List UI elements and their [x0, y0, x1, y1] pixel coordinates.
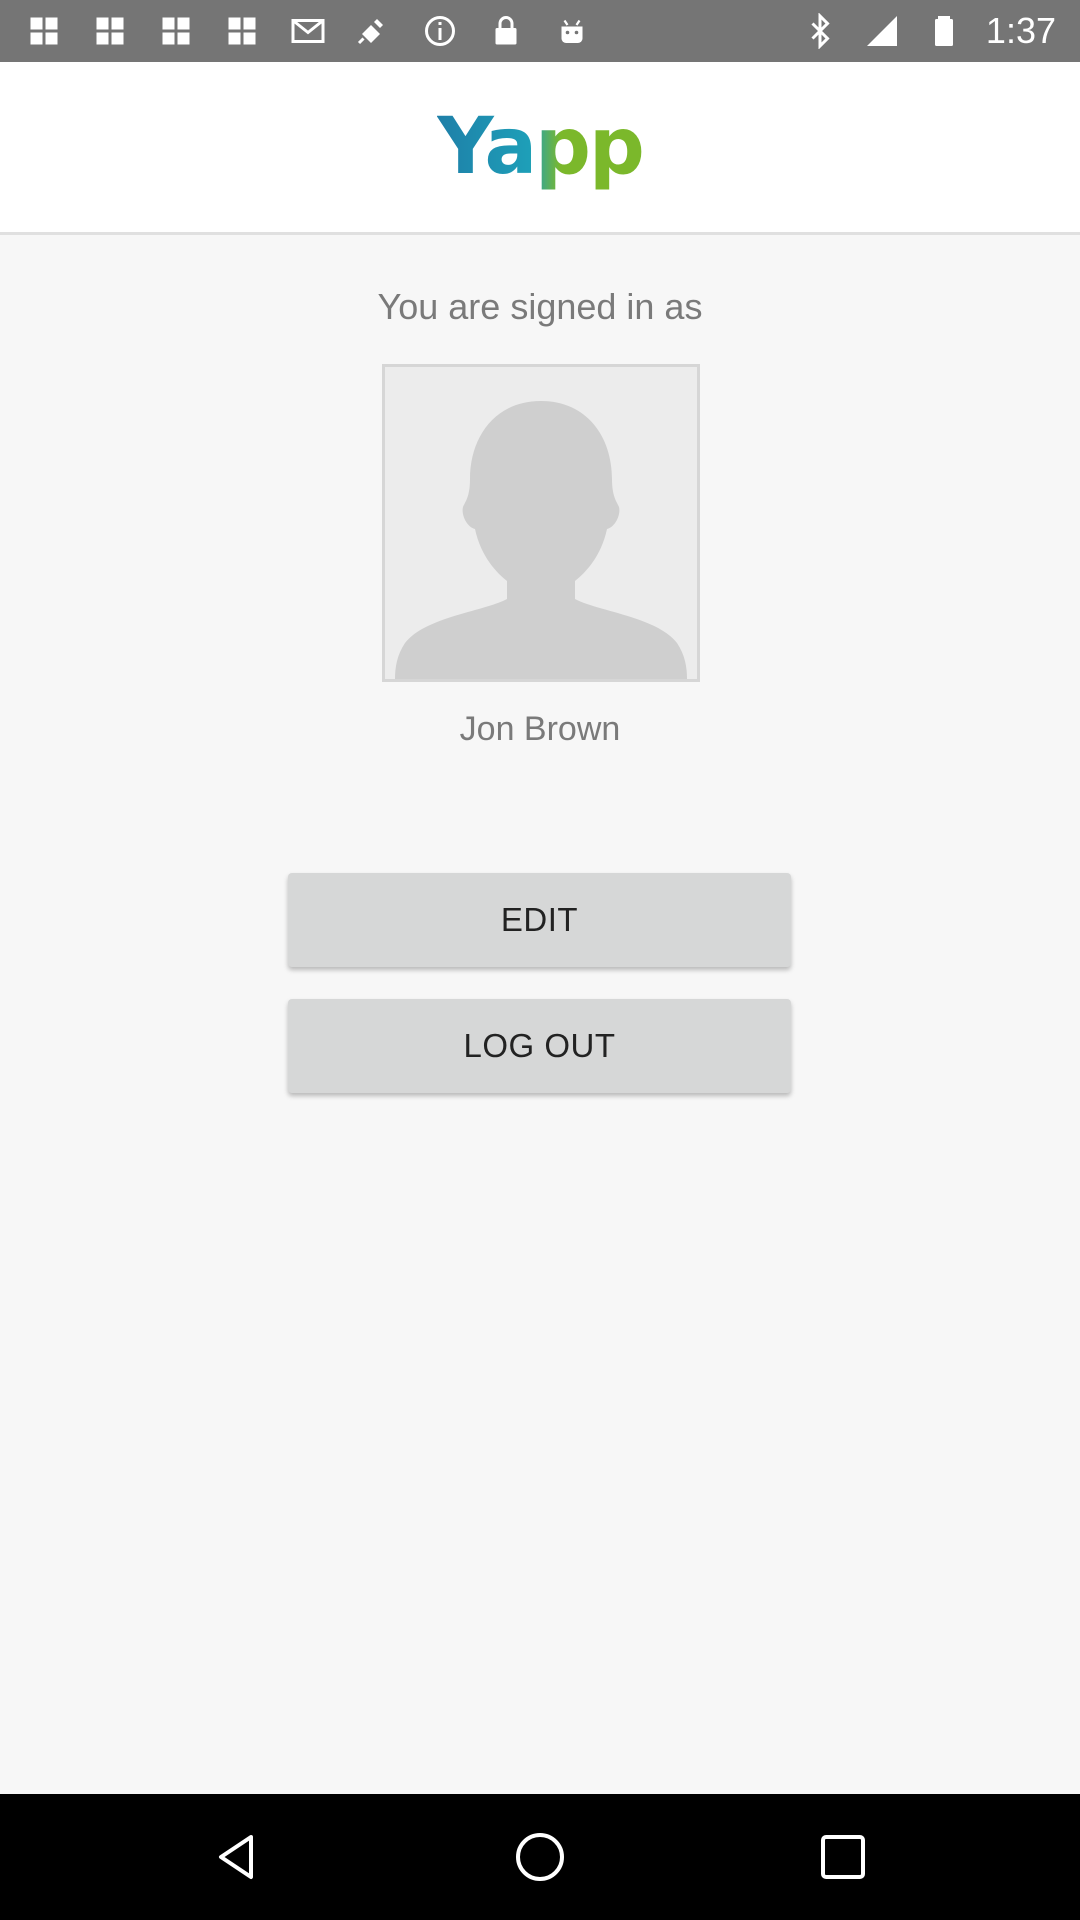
status-left-icons — [24, 0, 592, 62]
logout-button[interactable]: LOG OUT — [288, 999, 791, 1093]
status-clock: 1:37 — [985, 10, 1056, 51]
app-header: Yapp — [0, 62, 1080, 235]
recents-icon[interactable] — [813, 1827, 873, 1887]
app-icon — [156, 11, 196, 51]
user-name: Jon Brown — [459, 710, 621, 748]
person-silhouette-icon — [385, 367, 697, 679]
status-bar: 1:37 — [0, 0, 1080, 62]
avatar — [382, 364, 700, 682]
satellite-fake-gps-icon — [354, 11, 394, 51]
android-icon — [552, 11, 592, 51]
app-icon — [24, 11, 64, 51]
battery-icon — [924, 11, 964, 51]
status-right-icons: 1:37 — [800, 0, 1056, 62]
app-icon — [222, 11, 262, 51]
mail-icon — [288, 11, 328, 51]
lock-icon — [486, 11, 526, 51]
app-icon — [90, 11, 130, 51]
logo-text: Yapp — [437, 102, 645, 192]
bluetooth-icon — [800, 11, 840, 51]
yapp-logo: Yapp — [437, 102, 645, 192]
edit-button[interactable]: EDIT — [288, 873, 791, 967]
signed-in-label: You are signed in as — [377, 286, 703, 327]
info-icon — [420, 11, 460, 51]
back-icon[interactable] — [207, 1827, 267, 1887]
signal-icon — [862, 11, 902, 51]
navigation-bar — [0, 1794, 1080, 1920]
home-icon[interactable] — [510, 1827, 570, 1887]
